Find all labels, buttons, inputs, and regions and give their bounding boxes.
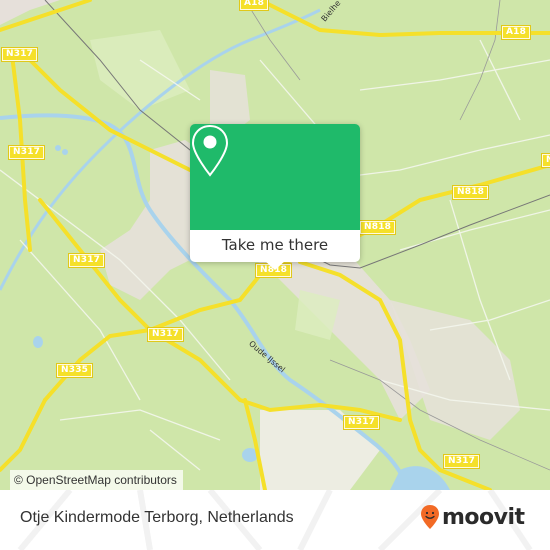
moovit-logo[interactable]: moovit <box>420 504 525 530</box>
road-label-n-edge: N <box>541 153 550 168</box>
footer: Otje Kindermode Terborg, Netherlands moo… <box>0 490 550 550</box>
pond <box>55 145 61 151</box>
road-label-n317-west: N317 <box>67 253 106 268</box>
location-popup: Take me there <box>190 124 360 270</box>
road-label-n317-left: N317 <box>7 145 46 160</box>
popup-header <box>190 124 360 230</box>
park-area <box>90 30 190 110</box>
railway-east <box>459 0 501 121</box>
map-attribution[interactable]: © OpenStreetMap contributors <box>10 470 183 490</box>
road-label-n317-southeast: N317 <box>442 454 481 469</box>
take-me-there-button[interactable]: Take me there <box>190 230 360 262</box>
road-label-n317-south: N317 <box>342 415 381 430</box>
pond <box>33 336 43 348</box>
road-label-n818-center: N818 <box>358 220 397 235</box>
road-label-a18-right: A18 <box>500 25 532 40</box>
road-southwest <box>0 398 47 472</box>
map-view[interactable]: N317 A18 A18 N317 N818 N818 N818 N317 N3… <box>0 0 550 490</box>
road-label-a18-top: A18 <box>238 0 270 11</box>
road-label-n317-southwest: N317 <box>146 327 185 342</box>
moovit-pin-icon <box>421 505 439 529</box>
popup-pointer <box>264 260 286 270</box>
road-label-n335: N335 <box>55 363 94 378</box>
road-label-n317-topleft: N317 <box>0 47 39 62</box>
pond <box>62 149 68 155</box>
place-title: Otje Kindermode Terborg, Netherlands <box>20 509 294 526</box>
road-label-n818-right: N818 <box>451 185 490 200</box>
moovit-brand-text: moovit <box>442 504 525 530</box>
location-pin-icon <box>191 124 229 177</box>
